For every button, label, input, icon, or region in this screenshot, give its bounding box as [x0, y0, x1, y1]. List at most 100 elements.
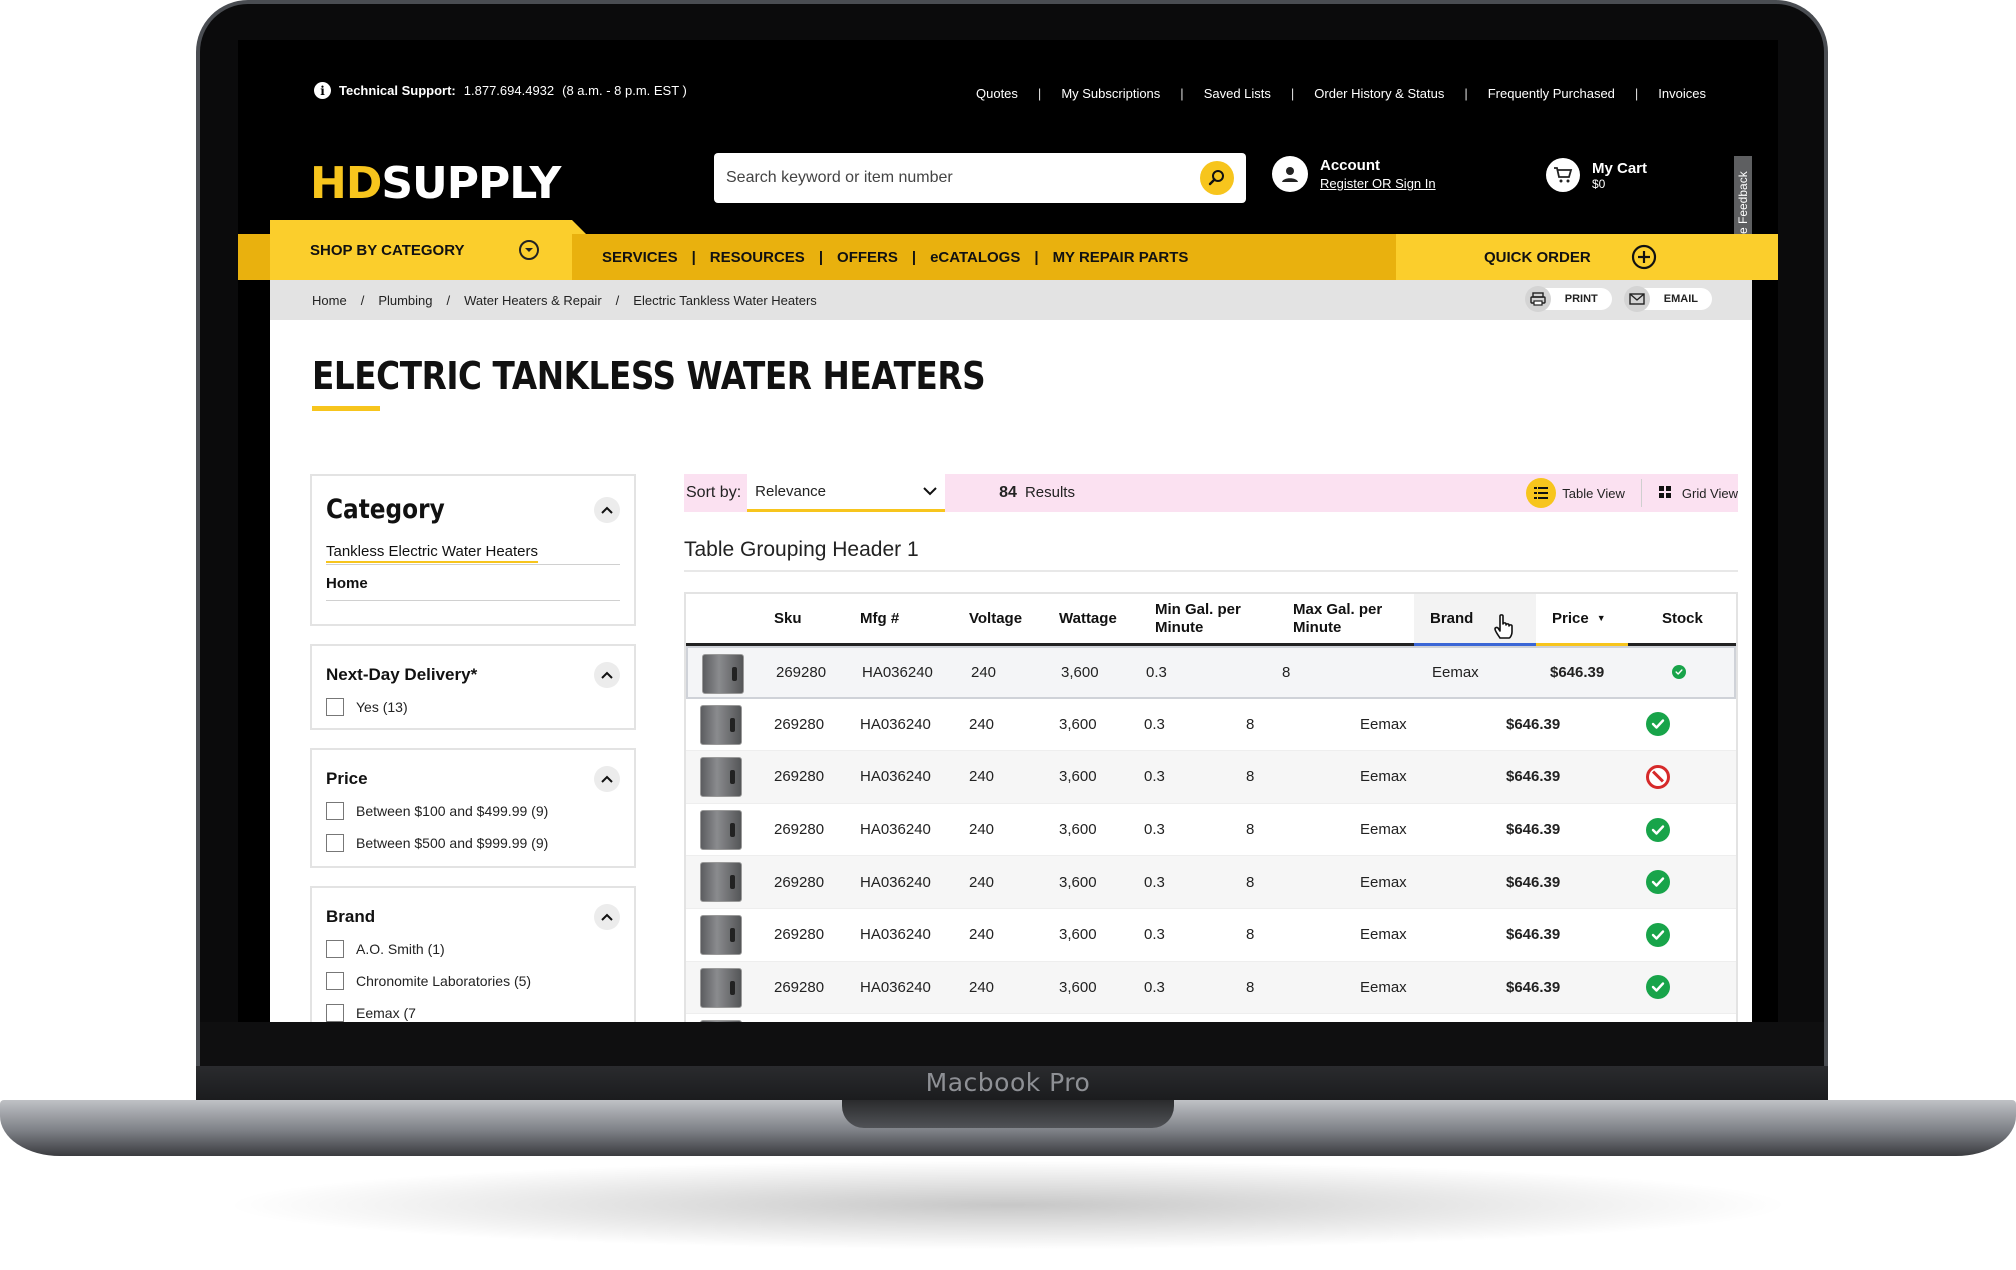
chevron-up-icon[interactable]: [594, 496, 620, 523]
cell-voltage: 240: [971, 663, 997, 681]
separator: /: [446, 292, 451, 308]
product-thumbnail[interactable]: [700, 967, 742, 1008]
col-mfg[interactable]: Mfg #: [860, 594, 899, 643]
cell-min: 0.3: [1144, 1014, 1165, 1022]
nav-resources[interactable]: RESOURCES: [710, 249, 805, 266]
product-thumbnail[interactable]: [700, 862, 742, 903]
product-thumbnail[interactable]: [700, 757, 742, 798]
title-underline: [312, 406, 380, 411]
cell-min: 0.3: [1144, 873, 1165, 891]
cell-max: 8: [1246, 715, 1255, 733]
account-menu[interactable]: Account Register OR Sign In: [1272, 156, 1436, 192]
link-subscriptions[interactable]: My Subscriptions: [1055, 86, 1166, 101]
facet-option[interactable]: Yes (13): [326, 698, 620, 716]
cell-min: 0.3: [1144, 768, 1165, 786]
table-row[interactable]: 269280 HA036240 240 3,600 0.3 8 Eemax $646.39: [686, 698, 1736, 752]
cell-sku: 269280: [774, 768, 825, 786]
col-max-gal[interactable]: Max Gal. per Minute: [1293, 594, 1382, 643]
breadcrumb-water-heaters[interactable]: Water Heaters & Repair: [464, 293, 602, 308]
cell-mfg: HA036240: [860, 873, 931, 891]
table-view-icon[interactable]: [1526, 478, 1557, 508]
product-thumbnail[interactable]: [700, 914, 742, 955]
hd-supply-logo[interactable]: HDSUPPLY: [310, 158, 561, 209]
col-stock[interactable]: Stock: [1662, 594, 1703, 643]
option-label: Yes (13): [356, 699, 408, 715]
nav-offers[interactable]: OFFERS: [837, 249, 898, 266]
product-thumbnail[interactable]: [702, 654, 744, 694]
link-invoices[interactable]: Invoices: [1652, 86, 1712, 101]
nav-services[interactable]: SERVICES: [602, 249, 678, 266]
search-button[interactable]: [1200, 161, 1234, 195]
support-phone[interactable]: 1.877.694.4932: [464, 83, 554, 98]
table-row[interactable]: 269280 HA036240 240 3,600 0.3 8 Eemax $646.39: [686, 1014, 1736, 1022]
col-wattage[interactable]: Wattage: [1059, 594, 1117, 643]
my-cart[interactable]: My Cart $0: [1546, 158, 1647, 192]
chevron-up-icon[interactable]: [594, 904, 620, 930]
register-sign-in-link[interactable]: Register OR Sign In: [1320, 176, 1436, 191]
out-of-stock-icon: [1646, 764, 1670, 789]
facet-option[interactable]: Between $500 and $999.99 (9): [326, 834, 620, 852]
quick-order-button[interactable]: QUICK ORDER: [1396, 234, 1778, 280]
table-row[interactable]: 269280 HA036240 240 3,600 0.3 8 Eemax $646.39: [686, 751, 1736, 804]
checkbox[interactable]: [326, 802, 344, 820]
support-hours: (8 a.m. - 8 p.m. EST ): [562, 83, 687, 98]
print-button[interactable]: PRINT: [1524, 286, 1612, 312]
cell-max: 8: [1246, 873, 1255, 891]
nav-my-repair-parts[interactable]: MY REPAIR PARTS: [1053, 249, 1189, 266]
search-input[interactable]: [726, 169, 1200, 187]
chevron-up-icon[interactable]: [594, 662, 620, 688]
product-thumbnail[interactable]: [700, 704, 742, 745]
link-saved-lists[interactable]: Saved Lists: [1198, 86, 1277, 101]
checkbox[interactable]: [326, 940, 344, 958]
cart-text: My Cart $0: [1592, 160, 1647, 191]
facet-option[interactable]: Eemax (7: [326, 1004, 620, 1022]
product-thumbnail[interactable]: [700, 1020, 742, 1022]
col-min-gal[interactable]: Min Gal. per Minute: [1155, 594, 1241, 643]
table-row[interactable]: 269280 HA036240 240 3,600 0.3 8 Eemax $646.39: [686, 856, 1736, 909]
cell-voltage: 240: [969, 978, 995, 996]
category-link-home[interactable]: Home: [326, 565, 620, 601]
sort-dropdown[interactable]: Relevance: [747, 474, 946, 512]
shop-by-category-button[interactable]: SHOP BY CATEGORY: [270, 220, 572, 280]
divider: [1640, 479, 1642, 507]
grid-view-icon[interactable]: [1658, 485, 1672, 502]
table-row[interactable]: 269280 HA036240 240 3,600 0.3 8 Eemax $646.39: [686, 646, 1736, 699]
checkbox[interactable]: [326, 834, 344, 852]
category-link-selected[interactable]: Tankless Electric Water Heaters: [326, 543, 620, 565]
breadcrumb-home[interactable]: Home: [312, 293, 347, 308]
table-row[interactable]: 269280 HA036240 240 3,600 0.3 8 Eemax $646.39: [686, 908, 1736, 962]
facet-option[interactable]: A.O. Smith (1): [326, 940, 620, 958]
cell-mfg: HA036240: [862, 663, 933, 681]
cell-stock: [1646, 751, 1670, 803]
checkbox[interactable]: [326, 1004, 344, 1022]
link-order-history[interactable]: Order History & Status: [1308, 86, 1450, 101]
cell-sku: 269280: [774, 926, 825, 944]
cell-mfg: HA036240: [860, 821, 931, 839]
account-links: Quotes | My Subscriptions | Saved Lists | O…: [970, 86, 1712, 101]
chevron-up-icon[interactable]: [594, 766, 620, 792]
grid-view-label[interactable]: Grid View: [1682, 486, 1738, 501]
laptop-notch: [842, 1100, 1174, 1128]
facet-option[interactable]: Between $100 and $499.99 (9): [326, 802, 620, 820]
col-sku[interactable]: Sku: [774, 594, 802, 643]
email-button[interactable]: EMAIL: [1623, 286, 1712, 312]
facet-option[interactable]: Chronomite Laboratories (5): [326, 972, 620, 990]
checkbox[interactable]: [326, 972, 344, 990]
cell-price: $646.39: [1506, 715, 1561, 733]
col-price[interactable]: Price ▼: [1536, 594, 1628, 646]
link-frequently-purchased[interactable]: Frequently Purchased: [1482, 86, 1621, 101]
nav-ecatalogs[interactable]: eCATALOGS: [930, 249, 1020, 266]
product-thumbnail[interactable]: [700, 809, 742, 850]
cell-min: 0.3: [1144, 926, 1165, 944]
cell-brand: Eemax: [1360, 715, 1407, 733]
col-voltage[interactable]: Voltage: [969, 594, 1022, 643]
table-row[interactable]: 269280 HA036240 240 3,600 0.3 8 Eemax $646.39: [686, 961, 1736, 1015]
link-quotes[interactable]: Quotes: [970, 86, 1024, 101]
col-brand[interactable]: Brand: [1414, 594, 1536, 646]
table-view-label[interactable]: Table View: [1562, 486, 1625, 501]
facet-title: Category: [326, 494, 445, 525]
breadcrumb-plumbing[interactable]: Plumbing: [378, 293, 432, 308]
table-row[interactable]: 269280 HA036240 240 3,600 0.3 8 Eemax $646.39: [686, 803, 1736, 857]
checkbox[interactable]: [326, 698, 344, 716]
facet-price: Price Between $100 and $499.99 (9) Betwe…: [310, 748, 636, 868]
